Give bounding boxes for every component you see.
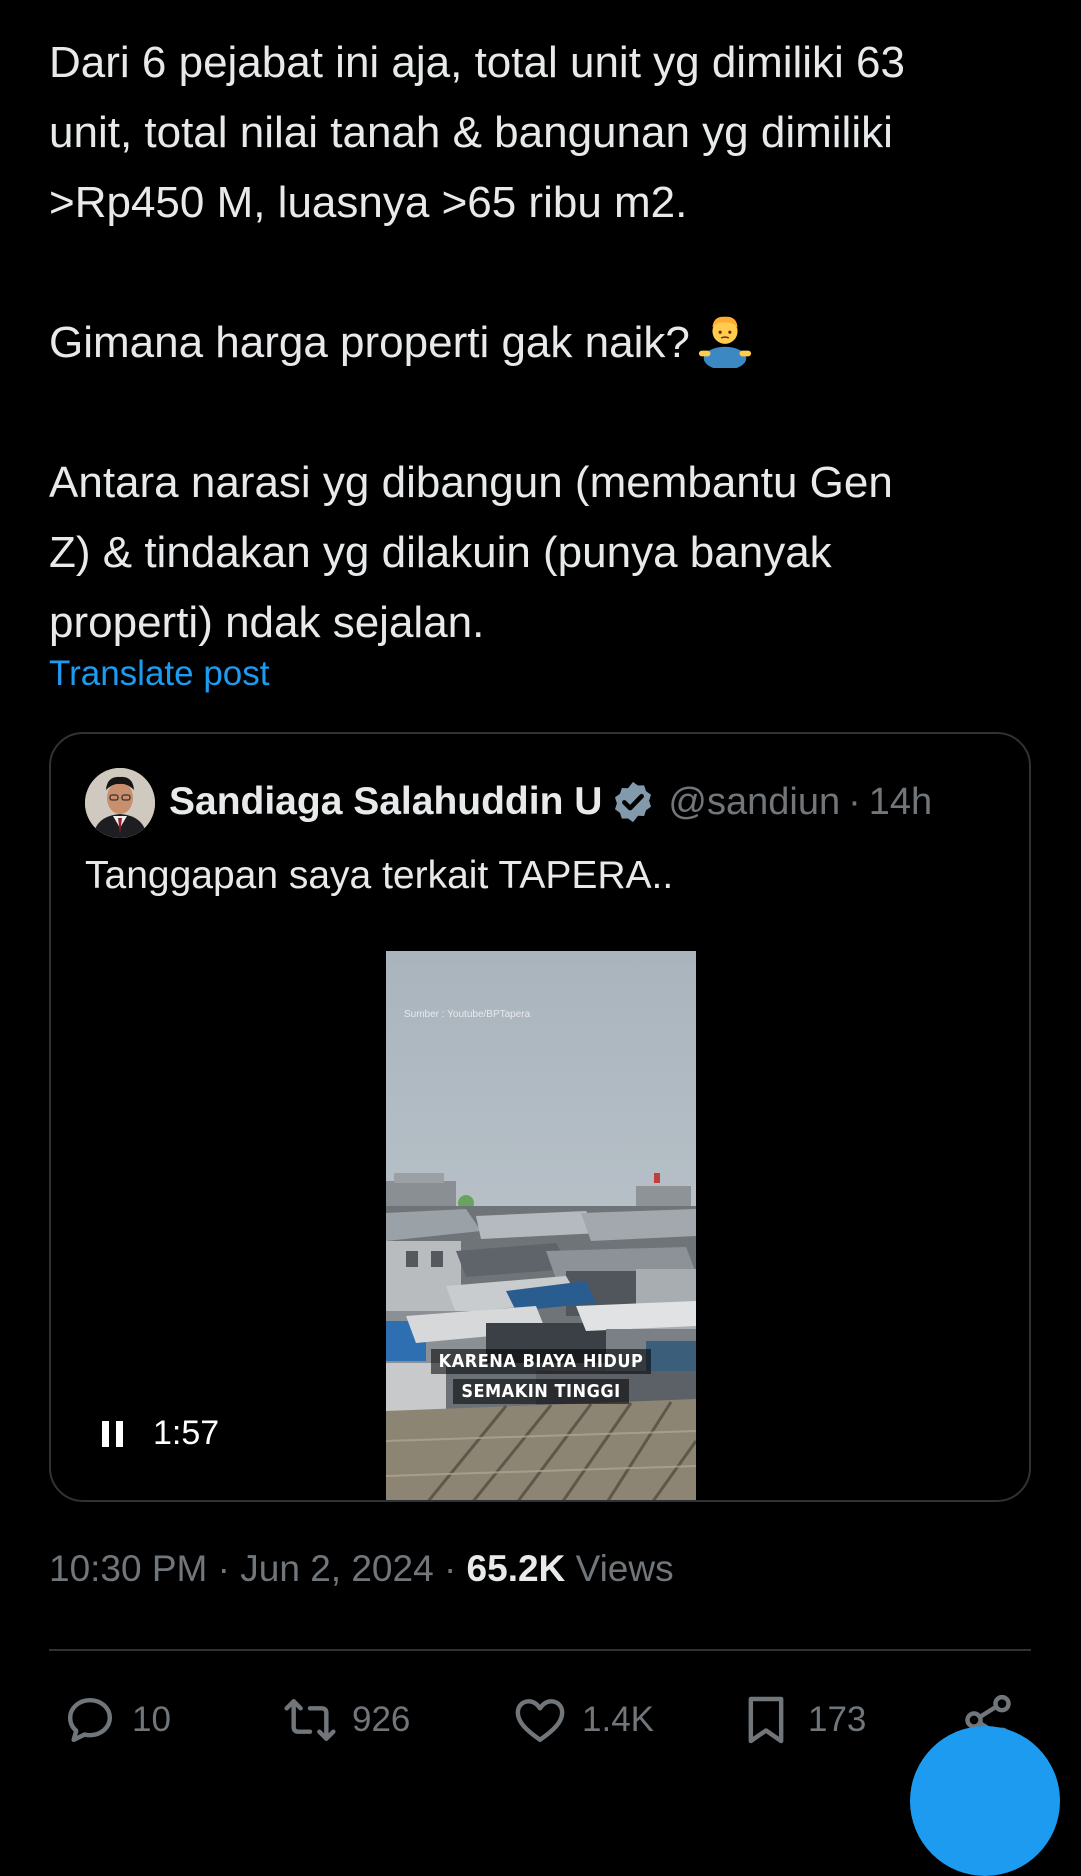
- verified-badge-icon: [615, 781, 652, 823]
- post-time[interactable]: 14h: [869, 781, 932, 824]
- video-caption-line: KARENA BIAYA HIDUP: [386, 1349, 696, 1374]
- repost-button[interactable]: 926: [282, 1690, 410, 1750]
- like-count: 1.4K: [582, 1700, 654, 1739]
- post-line: Gimana harga properti gak naik?: [49, 308, 1039, 378]
- post-line: Z) & tindakan yg dilakuin (punya banyak: [49, 528, 832, 577]
- video-duration: 1:57: [153, 1414, 220, 1452]
- person-shrugging-icon: [698, 317, 751, 369]
- bookmark-count: 173: [808, 1700, 867, 1739]
- post-line: Antara narasi yg dibangun (membantu Gen: [49, 458, 893, 507]
- quoted-post-card[interactable]: Sandiaga Salahuddin U @sandiun · 14h Tan…: [49, 732, 1031, 1502]
- views-label: Views: [575, 1548, 674, 1589]
- avatar-image: [85, 768, 155, 838]
- like-button[interactable]: 1.4K: [512, 1690, 654, 1750]
- post-timestamp[interactable]: 10:30 PM: [49, 1548, 207, 1589]
- separator-dot: ·: [848, 780, 861, 823]
- post-line: Dari 6 pejabat ini aja, total unit yg di…: [49, 38, 906, 87]
- post-line: unit, total nilai tanah & bangunan yg di…: [49, 108, 893, 157]
- repost-count: 926: [352, 1700, 411, 1739]
- bookmark-icon: [748, 1696, 784, 1744]
- video-source-text: Sumber : Youtube/BPTapera: [404, 1009, 531, 1020]
- repost-icon: [284, 1699, 336, 1741]
- heart-icon: [515, 1699, 565, 1743]
- reply-button[interactable]: 10: [62, 1690, 171, 1750]
- avatar[interactable]: [85, 768, 155, 838]
- video-player[interactable]: Sumber : Youtube/BPTapera KARENA BIAYA H…: [386, 951, 696, 1500]
- divider: [49, 1649, 1031, 1651]
- caption-text: SEMAKIN TINGGI: [453, 1379, 629, 1404]
- post-paragraph: Antara narasi yg dibangun (membantu Gen …: [49, 448, 1039, 658]
- post-line: properti) ndak sejalan.: [49, 598, 485, 647]
- author-handle[interactable]: @sandiun: [668, 781, 840, 824]
- pause-icon[interactable]: [101, 1419, 125, 1449]
- video-frame: [386, 951, 696, 1500]
- post-date[interactable]: Jun 2, 2024: [240, 1548, 433, 1589]
- separator-dot: ·: [443, 1548, 457, 1589]
- post-paragraph: Dari 6 pejabat ini aja, total unit yg di…: [49, 28, 1039, 238]
- reply-count: 10: [132, 1700, 171, 1739]
- reply-icon: [67, 1697, 113, 1743]
- post-text: Dari 6 pejabat ini aja, total unit yg di…: [49, 28, 1039, 728]
- author-name[interactable]: Sandiaga Salahuddin U: [169, 780, 602, 824]
- post-meta: 10:30 PM · Jun 2, 2024 · 65.2K Views: [49, 1548, 674, 1590]
- bookmark-button[interactable]: 173: [738, 1690, 866, 1750]
- video-caption-line: SEMAKIN TINGGI: [386, 1379, 696, 1404]
- post-line: >Rp450 M, luasnya >65 ribu m2.: [49, 178, 688, 227]
- quoted-post-text: Tanggapan saya terkait TAPERA..: [85, 854, 674, 897]
- video-controls: 1:57: [101, 1414, 219, 1453]
- quoted-post-header: Sandiaga Salahuddin U @sandiun · 14h: [169, 774, 932, 830]
- separator-dot: ·: [217, 1548, 230, 1589]
- views-count: 65.2K: [466, 1548, 566, 1589]
- translate-post-link[interactable]: Translate post: [49, 654, 269, 694]
- compose-button[interactable]: [910, 1726, 1060, 1876]
- post-line-text: Gimana harga properti gak naik?: [49, 318, 690, 367]
- caption-text: KARENA BIAYA HIDUP: [430, 1349, 652, 1374]
- post-paragraph: Gimana harga properti gak naik?: [49, 308, 1039, 378]
